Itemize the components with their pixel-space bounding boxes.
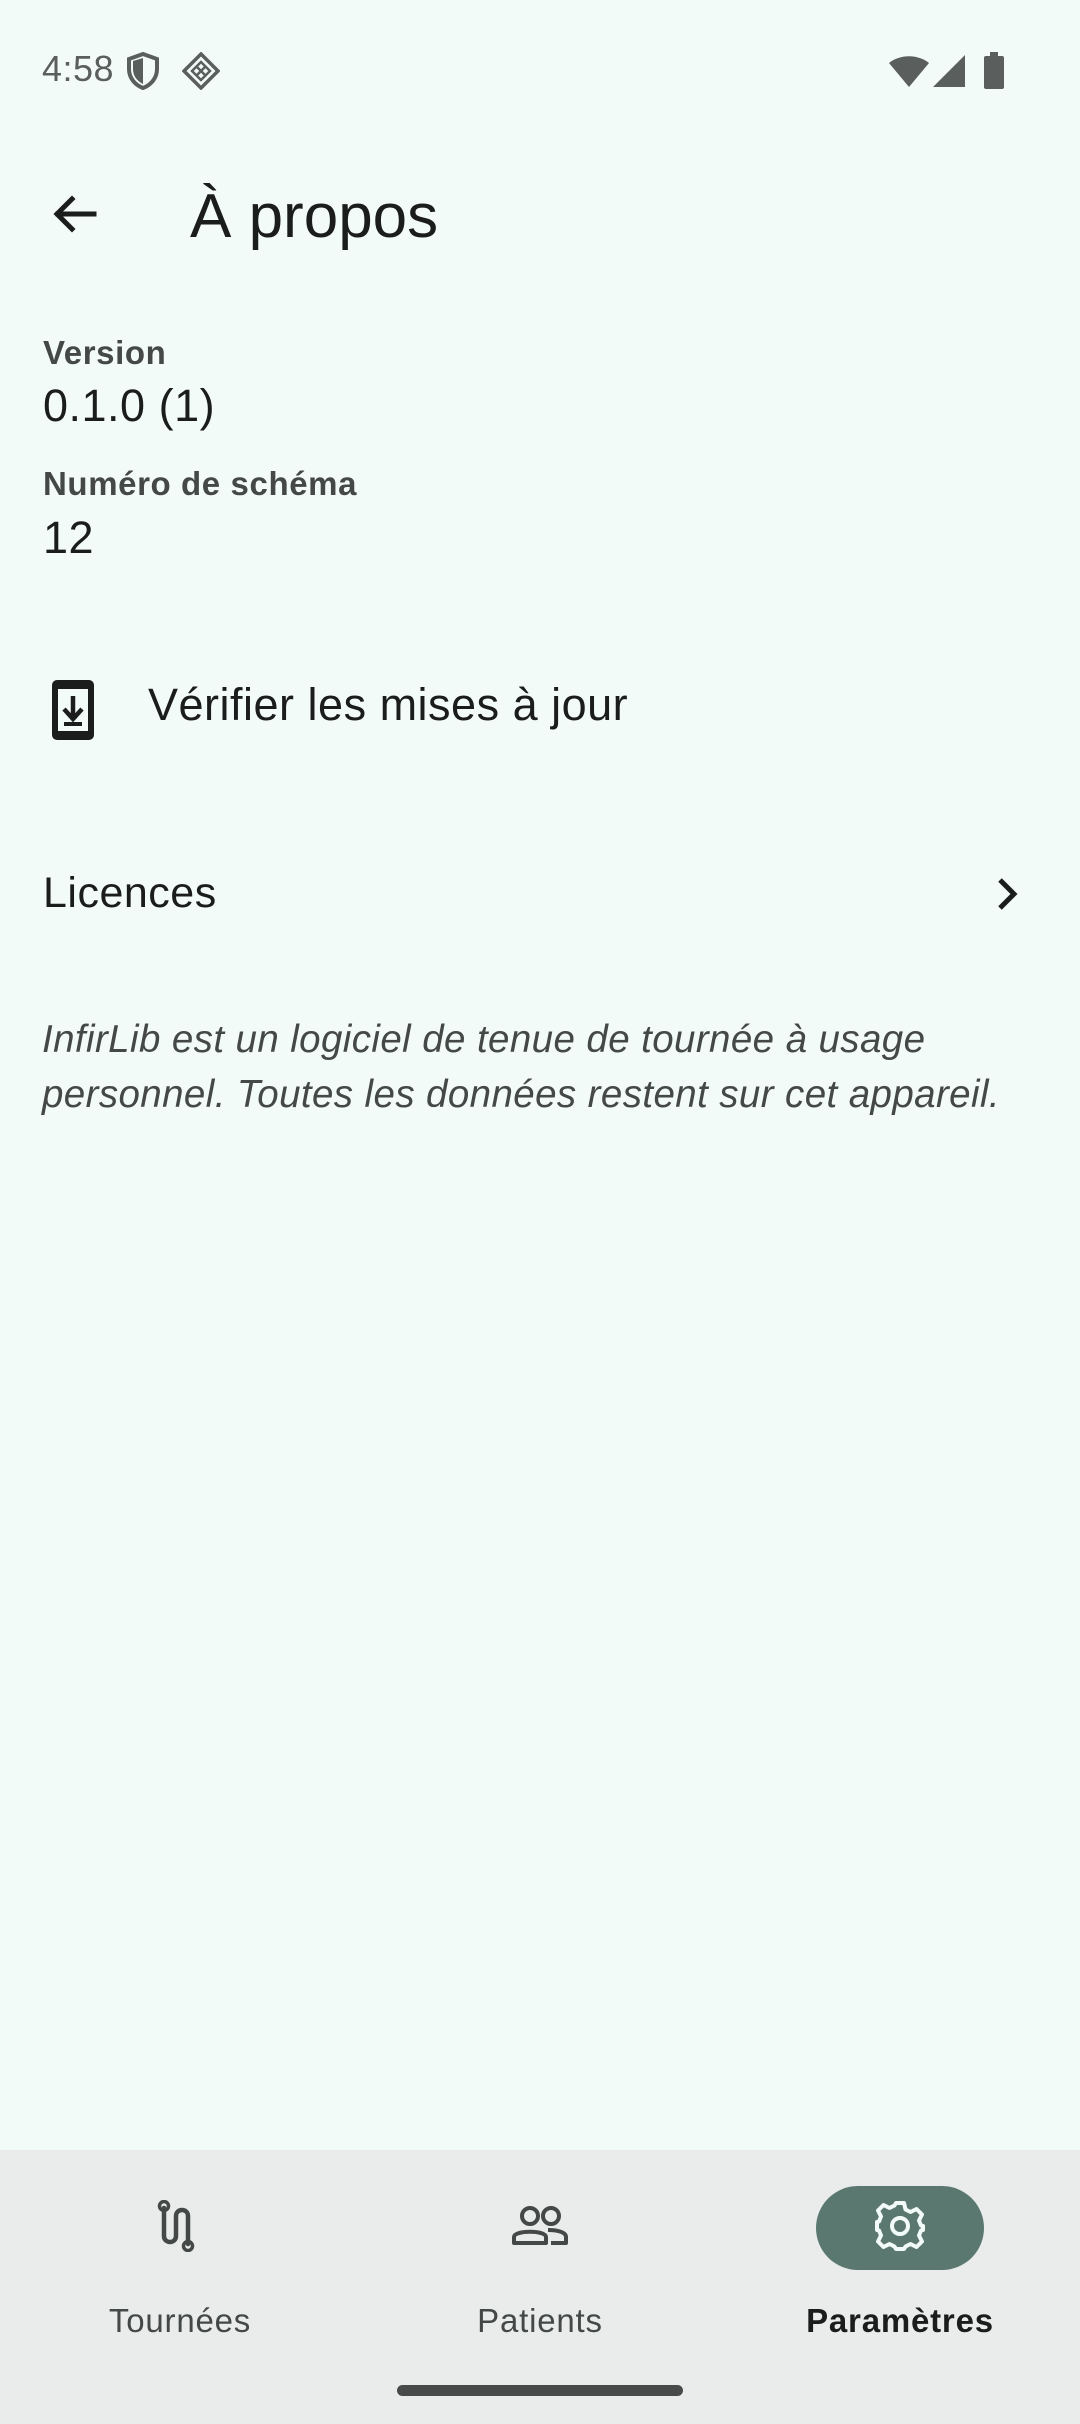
system-update-icon — [50, 678, 96, 742]
licenses-item[interactable]: Licences — [0, 820, 1080, 976]
chevron-right-icon — [985, 872, 1029, 916]
nav-label-tournees: Tournées — [108, 2302, 252, 2339]
schema-label: Numéro de schéma — [43, 465, 358, 502]
group-icon — [511, 2205, 569, 2252]
shield-icon — [126, 51, 160, 95]
home-indicator[interactable] — [397, 2385, 683, 2396]
nav-pill-parametres — [816, 2186, 984, 2270]
nav-label-patients: Patients — [477, 2302, 603, 2339]
status-bar: 4:58 — [0, 0, 1080, 140]
top-app-bar: À propos — [0, 140, 1080, 290]
status-time: 4:58 — [42, 48, 115, 89]
battery-icon — [983, 52, 1005, 95]
nav-item-parametres[interactable]: Paramètres — [720, 2150, 1080, 2350]
cell-signal-icon — [932, 54, 966, 93]
wifi-icon — [888, 54, 930, 93]
nav-pill-tournees — [96, 2186, 264, 2270]
back-button[interactable] — [30, 172, 118, 260]
about-description: InfirLib est un logiciel de tenue de tou… — [42, 1018, 1000, 1116]
nav-item-patients[interactable]: Patients — [360, 2150, 720, 2350]
settings-icon — [874, 2200, 926, 2257]
route-icon — [156, 2199, 204, 2257]
schema-value: 12 — [43, 512, 95, 563]
dnd-grid-icon — [181, 51, 221, 95]
nav-item-tournees[interactable]: Tournées — [0, 2150, 360, 2350]
page-title: À propos — [190, 182, 439, 251]
bottom-navigation: Tournées Patients Paramètres — [0, 2150, 1080, 2424]
arrow-back-icon — [50, 190, 98, 243]
licenses-label: Licences — [43, 869, 217, 917]
nav-pill-patients — [456, 2186, 624, 2270]
version-value: 0.1.0 (1) — [43, 380, 216, 431]
nav-label-parametres: Paramètres — [806, 2302, 994, 2339]
check-updates-item[interactable]: Vérifier les mises à jour — [0, 630, 1080, 786]
check-updates-label: Vérifier les mises à jour — [148, 679, 629, 730]
version-label: Version — [43, 334, 167, 371]
